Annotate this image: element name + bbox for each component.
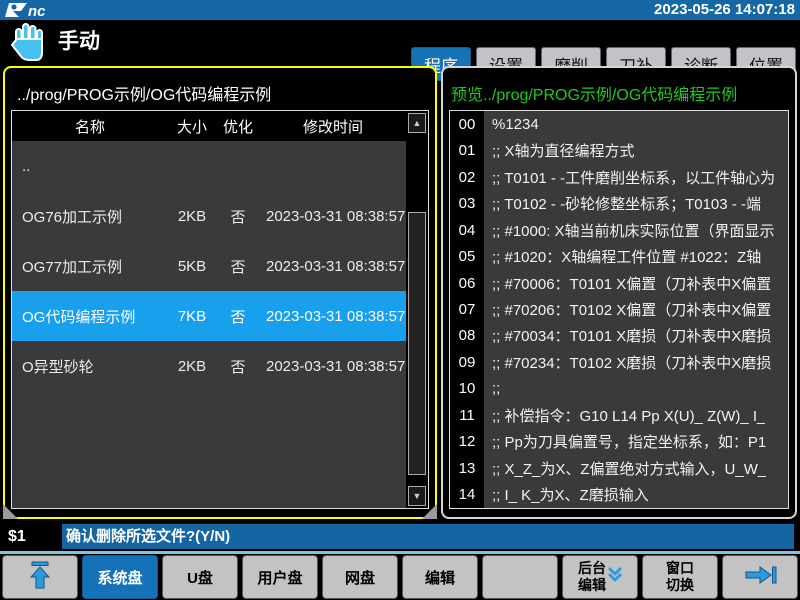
column-name: 名称	[12, 116, 168, 137]
toolbar-separator	[0, 551, 800, 554]
code-line: 10;;	[450, 376, 788, 402]
file-row[interactable]: OG76加工示例 2KB 否 2023-03-31 08:38:57	[12, 191, 406, 241]
usb-disk-button[interactable]: U盘	[162, 555, 238, 599]
code-line: 09;; #70234：T0102 X磨损（刀补表中X磨损	[450, 349, 788, 375]
background-edit-button[interactable]: 后台 编辑	[562, 555, 638, 599]
system-disk-button[interactable]: 系统盘	[82, 555, 158, 599]
up-level-button[interactable]	[2, 555, 78, 599]
header-bar: 手动 程序 设置 磨削 刀补 诊断 位置	[0, 20, 800, 64]
right-arrow-icon	[743, 563, 777, 591]
code-line: 11;; 补偿指令：G10 L14 Pp X(U)_ Z(W)_ I_	[450, 402, 788, 428]
column-size: 大小	[168, 116, 216, 137]
status-bar: $1 确认删除所选文件?(Y/N)	[0, 524, 800, 549]
code-line: 14;; I_ K_为X、Z磨损输入	[450, 482, 788, 508]
logo-text: nc	[28, 3, 46, 18]
scroll-up-icon[interactable]: ▲	[408, 113, 426, 133]
corner-fold-right-icon	[422, 504, 437, 519]
chevron-down-double-icon	[608, 566, 622, 588]
file-list-header: 名称 大小 优化 修改时间	[12, 111, 406, 141]
file-list-box: 名称 大小 优化 修改时间 .. OG76加工示例 2KB 否 2023-03-…	[11, 110, 429, 509]
empty-softkey-button[interactable]	[482, 555, 558, 599]
clock: 2023-05-26 14:07:18	[654, 0, 795, 20]
window-switch-button[interactable]: 窗口 切换	[642, 555, 718, 599]
file-list: .. OG76加工示例 2KB 否 2023-03-31 08:38:57 OG…	[12, 141, 406, 508]
scroll-thumb[interactable]	[408, 212, 426, 475]
confirm-message: 确认删除所选文件?(Y/N)	[62, 524, 794, 549]
file-row[interactable]: OG77加工示例 5KB 否 2023-03-31 08:38:57	[12, 241, 406, 291]
preview-panel: 预览../prog/PROG示例/OG代码编程示例 00%1234 01;; X…	[441, 66, 797, 519]
file-row-parent-dir[interactable]: ..	[12, 141, 406, 191]
title-bar: nc 2023-05-26 14:07:18	[0, 0, 800, 20]
user-disk-button[interactable]: 用户盘	[242, 555, 318, 599]
edit-button[interactable]: 编辑	[402, 555, 478, 599]
column-optimize: 优化	[216, 116, 260, 137]
code-line: 06;; #70006：T0101 X偏置（刀补表中X偏置	[450, 270, 788, 296]
scroll-down-icon[interactable]: ▼	[408, 486, 426, 506]
code-line: 07;; #70206：T0102 X偏置（刀补表中X偏置	[450, 296, 788, 322]
current-path: ../prog/PROG示例/OG代码编程示例	[17, 81, 271, 105]
code-line: 08;; #70034：T0101 X磨损（刀补表中X磨损	[450, 323, 788, 349]
next-page-button[interactable]	[722, 555, 798, 599]
file-browser-panel: ../prog/PROG示例/OG代码编程示例 名称 大小 优化 修改时间 ..…	[3, 66, 437, 519]
code-line: 04;; #1000: X轴当前机床实际位置（界面显示	[450, 217, 788, 243]
code-line: 03;; T0102 - -砂轮修整坐标系；T0103 - -端	[450, 190, 788, 216]
mode-label: 手动	[58, 20, 100, 64]
preview-title: 预览../prog/PROG示例/OG代码编程示例	[451, 81, 737, 105]
column-mtime: 修改时间	[260, 116, 406, 137]
file-row-selected[interactable]: OG代码编程示例 7KB 否 2023-03-31 08:38:57	[12, 291, 406, 341]
softkey-toolbar: 系统盘 U盘 用户盘 网盘 编辑 后台 编辑 窗口 切换	[2, 555, 798, 599]
net-disk-button[interactable]: 网盘	[322, 555, 398, 599]
code-line: 01;; X轴为直径编程方式	[450, 137, 788, 163]
code-line: 00%1234	[450, 111, 788, 137]
channel-label: $1	[8, 524, 26, 549]
file-row[interactable]: O异型砂轮 2KB 否 2023-03-31 08:38:57	[12, 341, 406, 391]
manual-mode-hand-icon	[10, 22, 48, 67]
code-preview: 00%1234 01;; X轴为直径编程方式 02;; T0101 - -工件磨…	[449, 110, 789, 509]
code-line: 05;; #1020：X轴编程工件位置 #1022：Z轴	[450, 243, 788, 269]
up-arrow-icon	[26, 560, 54, 594]
file-list-scrollbar[interactable]: ▲ ▼	[406, 111, 428, 508]
code-line: 13;; X_Z_为X、Z偏置绝对方式输入，U_W_	[450, 455, 788, 481]
corner-fold-left-icon	[3, 504, 18, 519]
code-line: 02;; T0101 - -工件磨削坐标系，以工件轴心为	[450, 164, 788, 190]
code-line: 12;; Pp为刀具偏置号，指定坐标系，如：P1	[450, 429, 788, 455]
